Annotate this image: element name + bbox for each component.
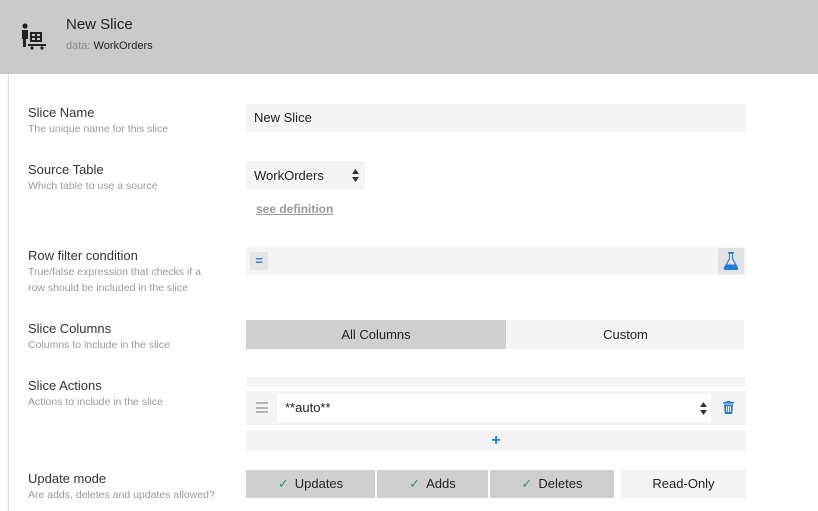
action-select[interactable]: **auto** [277, 394, 711, 422]
actions-list-header [246, 377, 746, 387]
check-icon: ✓ [277, 476, 289, 491]
select-arrows-icon [700, 402, 707, 415]
page-title: New Slice [66, 16, 133, 33]
row-filter-desc-2: row should be included in the slice [28, 282, 188, 294]
source-table-title: Source Table [28, 162, 104, 177]
updates-label: Updates [294, 476, 344, 491]
slice-name-input[interactable]: New Slice [246, 104, 746, 132]
slice-actions-title: Slice Actions [28, 378, 102, 393]
slice-columns-title: Slice Columns [28, 321, 112, 336]
all-columns-button[interactable]: All Columns [246, 320, 506, 349]
source-table-select[interactable]: WorkOrders [246, 161, 365, 190]
flask-icon [723, 252, 739, 270]
custom-columns-button[interactable]: Custom [507, 320, 744, 349]
slice-columns-desc: Columns to include in the slice [28, 339, 170, 351]
data-source-value: WorkOrders [93, 40, 153, 52]
row-filter-desc-1: True/false expression that checks if a [28, 266, 201, 278]
action-select-value: **auto** [285, 400, 331, 415]
slice-actions-desc: Actions to include in the slice [28, 396, 163, 408]
slice-name-desc: The unique name for this slice [28, 123, 169, 135]
adds-toggle[interactable]: ✓ Adds [377, 470, 488, 498]
deletes-label: Deletes [538, 476, 583, 491]
source-table-desc: Which table to use a source [28, 180, 158, 192]
slice-name-title: Slice Name [28, 105, 95, 120]
action-list-item: **auto** [246, 391, 746, 425]
row-filter-expression-input[interactable]: = [246, 247, 746, 275]
read-only-toggle[interactable]: Read-Only [621, 470, 746, 498]
data-prefix: data: [66, 40, 91, 52]
expression-equals-icon: = [250, 252, 268, 270]
deletes-toggle[interactable]: ✓ Deletes [490, 470, 614, 498]
source-table-value: WorkOrders [254, 168, 324, 183]
adds-label: Adds [426, 476, 456, 491]
check-icon: ✓ [409, 476, 421, 491]
drag-handle-icon[interactable] [256, 402, 268, 413]
select-arrows-icon [352, 169, 359, 182]
updates-toggle[interactable]: ✓ Updates [246, 470, 375, 498]
expression-tester-button[interactable] [718, 248, 744, 274]
trash-icon[interactable] [723, 401, 734, 414]
update-mode-title: Update mode [28, 471, 107, 486]
check-icon: ✓ [521, 476, 533, 491]
table-cart-icon [22, 23, 46, 50]
page-header: New Slice data: WorkOrders [0, 0, 818, 74]
add-action-button[interactable]: + [246, 430, 746, 451]
data-source-label: data: WorkOrders [66, 40, 153, 52]
see-definition-link[interactable]: see definition [256, 202, 333, 216]
update-mode-desc: Are adds, deletes and updates allowed? [28, 489, 215, 501]
row-filter-title: Row filter condition [28, 248, 138, 263]
